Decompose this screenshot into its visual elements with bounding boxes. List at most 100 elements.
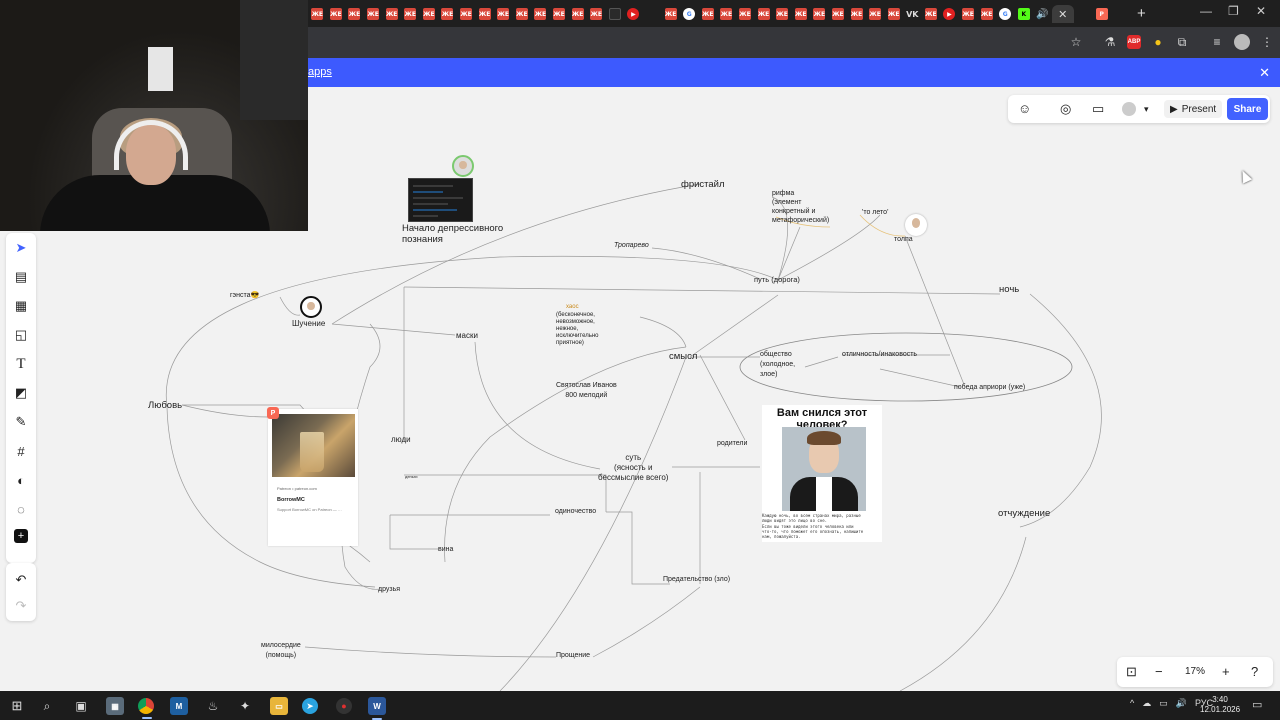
node-avatar[interactable] [300, 296, 322, 318]
task-view-icon[interactable]: ▣ [72, 697, 90, 715]
browser-tab[interactable]: ЖЕ [457, 5, 476, 23]
browser-tab[interactable]: ЖЕ [698, 5, 717, 23]
node-parents[interactable]: родители [717, 439, 747, 449]
node-gangsta[interactable]: гэнста😎 [230, 291, 259, 301]
dream-person-card[interactable]: Вам снился этот человек? Каждую ночь, во… [762, 405, 882, 542]
browser-tab[interactable]: K [1015, 5, 1034, 23]
browser-tab[interactable]: ЖЕ [829, 5, 848, 23]
reading-list-icon[interactable]: ≡ [1208, 33, 1226, 51]
browser-tab[interactable]: ▶ [624, 5, 643, 23]
cloud-icon[interactable]: ☁ [1142, 698, 1151, 709]
browser-tab[interactable]: ЖЕ [345, 5, 364, 23]
sticky-note-icon[interactable]: ◱ [12, 326, 30, 344]
comment-tool-icon[interactable]: ◌ [12, 500, 30, 518]
maximize-button[interactable]: ❐ [1228, 4, 1239, 18]
pen-icon[interactable]: ✎ [12, 413, 30, 431]
node-friends[interactable]: друзья [378, 585, 400, 595]
user-avatar[interactable] [1122, 102, 1136, 116]
browser-tab[interactable]: ЖЕ [438, 5, 457, 23]
browser-tab[interactable]: ЖЕ [717, 5, 736, 23]
comment-icon[interactable]: ◎ [1060, 101, 1071, 117]
browser-tab[interactable]: G [996, 5, 1015, 23]
fit-to-screen-icon[interactable]: ⊡ [1126, 664, 1137, 680]
node-night[interactable]: ночь [999, 284, 1019, 295]
browser-tab[interactable]: ЖЕ [531, 5, 550, 23]
browser-tab[interactable]: ЖЕ [587, 5, 606, 23]
profile-avatar[interactable] [1234, 34, 1250, 50]
browser-tab[interactable]: ЖЕ [884, 5, 903, 23]
node-otherness[interactable]: отличность/инаковость [842, 350, 917, 360]
app-icon-3[interactable]: ● [336, 698, 352, 714]
browser-tab[interactable]: ЖЕ [568, 5, 587, 23]
collaborator-avatar[interactable] [905, 214, 927, 236]
browser-tab[interactable]: ЖЕ [382, 5, 401, 23]
browser-tab[interactable]: ЖЕ [791, 5, 810, 23]
bookmark-star-icon[interactable]: ☆ [1067, 33, 1085, 51]
node-society[interactable]: общество (холодное, злое) [760, 350, 795, 380]
browser-tab[interactable]: ЖЕ [810, 5, 829, 23]
node-guilt[interactable]: вина [438, 545, 453, 555]
browser-tab[interactable]: ЖЕ [364, 5, 383, 23]
node-masks[interactable]: маски [456, 331, 478, 341]
chevron-down-icon[interactable]: ▾ [1144, 104, 1149, 115]
templates-icon[interactable]: ▤ [12, 268, 30, 286]
browser-tab[interactable]: P [1092, 5, 1111, 23]
tray-overflow-icon[interactable]: ^ [1130, 698, 1134, 709]
node-alienation[interactable]: отчуждение [998, 508, 1050, 519]
browser-tab[interactable]: ЖЕ [661, 5, 680, 23]
zoom-out-icon[interactable]: − [1155, 664, 1163, 679]
node-forgiveness[interactable]: Прощение [556, 651, 590, 661]
app-icon[interactable]: M [170, 697, 188, 715]
node-meaning[interactable]: смысл [669, 351, 697, 362]
app-icon-2[interactable]: ✦ [236, 697, 254, 715]
node-freestyle[interactable]: фристайл [681, 179, 725, 190]
browser-menu-icon[interactable]: ⋮ [1258, 33, 1276, 51]
explorer-icon[interactable]: ▭ [270, 697, 288, 715]
browser-tab[interactable]: ЖЕ [847, 5, 866, 23]
reactions-icon[interactable]: ☺ [1018, 101, 1031, 116]
browser-tab[interactable]: ЖЕ [773, 5, 792, 23]
frame-icon[interactable]: # [12, 442, 30, 460]
browser-tab[interactable]: ✕ [1051, 5, 1074, 23]
close-window-button[interactable]: ✕ [1256, 4, 1266, 18]
browser-tab[interactable] [606, 5, 625, 23]
browser-tab[interactable]: ЖЕ [959, 5, 978, 23]
start-icon[interactable]: ⊞ [8, 697, 26, 715]
zoom-level[interactable]: 17% [1185, 666, 1205, 677]
collaborator-avatar[interactable] [452, 155, 474, 177]
zoom-in-icon[interactable]: + [1222, 664, 1230, 679]
node-chaos-body[interactable]: (бесконечное, невозможное, нежное, исклю… [556, 312, 599, 347]
browser-tab[interactable]: ЖЕ [494, 5, 513, 23]
node-crowd[interactable]: толпа [894, 235, 913, 245]
browser-tab[interactable]: 🔊 [1033, 5, 1052, 23]
node-path[interactable]: путь (дорога) [754, 275, 800, 285]
browser-tab[interactable] [1074, 5, 1093, 23]
node-victory[interactable]: победа априори (уже) [954, 383, 1025, 393]
calculator-icon[interactable]: ▦ [106, 697, 124, 715]
browser-tab[interactable]: ЖЕ [420, 5, 439, 23]
browser-tab[interactable] [643, 5, 662, 23]
browser-tab[interactable]: ЖЕ [736, 5, 755, 23]
node-joking[interactable]: Шучение [292, 319, 325, 329]
browser-tab[interactable]: ЖЕ [754, 5, 773, 23]
patreon-embed-card[interactable]: P Patreon • patreon.com BorrowMC Support… [267, 407, 358, 546]
node-essence[interactable]: суть (ясность и бессмыслие всего) [598, 453, 668, 483]
color-palette-icon[interactable]: ◐ [12, 471, 30, 489]
redo-icon[interactable]: ↷ [12, 597, 30, 615]
adblock-icon[interactable]: ABP [1127, 35, 1141, 49]
browser-tab[interactable]: VK [903, 5, 922, 23]
node-ivanov[interactable]: Святослав Иванов 800 мелодий [556, 381, 617, 401]
browser-tab[interactable]: ЖЕ [866, 5, 885, 23]
browser-tab[interactable]: G [680, 5, 699, 23]
chrome-icon[interactable] [138, 698, 154, 719]
shapes-icon[interactable]: ◩ [12, 384, 30, 402]
search-icon[interactable]: ⌕ [38, 697, 56, 715]
code-screenshot-card[interactable] [408, 178, 473, 222]
banner-link[interactable]: apps [308, 66, 332, 78]
node-betrayal[interactable]: Предательство (зло) [663, 575, 730, 585]
volume-icon[interactable]: 🔊 [1176, 698, 1187, 709]
node-love[interactable]: Любовь [148, 400, 182, 411]
banner-close-icon[interactable]: ✕ [1259, 65, 1270, 81]
word-icon[interactable]: W [368, 697, 386, 720]
telegram-icon[interactable]: ➤ [302, 698, 318, 714]
